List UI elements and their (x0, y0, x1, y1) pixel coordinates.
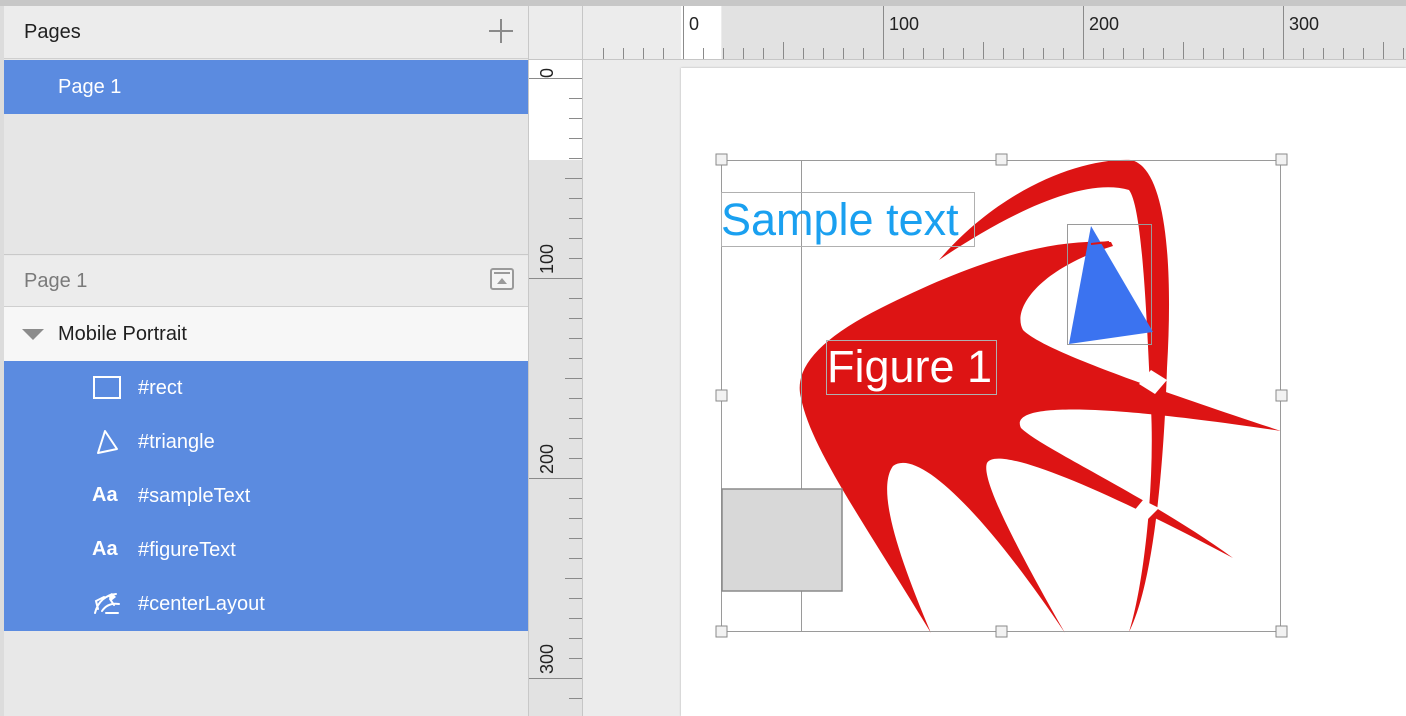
layout-icon (94, 593, 120, 614)
sample-text[interactable]: Sample text (721, 193, 959, 247)
triangle-icon (97, 430, 118, 454)
text-icon: Aa (92, 538, 118, 560)
layer-item-figure-text[interactable]: Aa #figureText (4, 523, 528, 577)
design-canvas[interactable]: Sample text Figure 1 (583, 60, 1406, 716)
vruler-label-300: 300 (537, 643, 557, 674)
vertical-ruler[interactable]: 0 100 200 300 (529, 60, 583, 716)
ruler-label-0: 0 (689, 14, 700, 34)
layer-list: #rect #triangle Aa #sampleText Aa #figur… (4, 361, 528, 631)
layer-list-empty-area (4, 631, 528, 716)
layer-group-mobile-portrait[interactable]: Mobile Portrait (4, 307, 528, 361)
text-icon: Aa (92, 484, 118, 506)
layer-item-triangle[interactable]: #triangle (4, 415, 528, 469)
ruler-label-200: 200 (1089, 14, 1120, 34)
left-panel: Pages Page 1 Page 1 Mobile Portrait #rec… (0, 6, 529, 716)
layers-page-title: Page 1 (24, 270, 88, 292)
layer-item-center-layout[interactable]: #centerLayout (4, 577, 528, 631)
add-page-button[interactable] (488, 18, 514, 44)
vruler-label-200: 200 (537, 443, 557, 474)
figure-text[interactable]: Figure 1 (827, 340, 992, 394)
ruler-label-300: 300 (1289, 14, 1320, 34)
vruler-label-100: 100 (537, 243, 557, 274)
gray-rect (721, 488, 843, 592)
pages-list-empty-area (4, 114, 528, 255)
layer-group-label: Mobile Portrait (58, 323, 187, 345)
vertical-ruler-ticks (529, 60, 582, 716)
artboard-mobile-portrait[interactable]: Sample text Figure 1 (681, 68, 1406, 716)
layer-item-sample-text[interactable]: Aa #sampleText (4, 469, 528, 523)
pages-title: Pages (24, 21, 81, 43)
collapse-panel-icon[interactable] (490, 268, 514, 290)
layer-item-label: #sampleText (138, 485, 251, 507)
vruler-label-0: 0 (537, 67, 557, 78)
layer-item-label: #triangle (138, 431, 215, 453)
page-list-item[interactable]: Page 1 (4, 60, 528, 114)
horizontal-ruler[interactable]: 0 100 200 300 (583, 6, 1406, 60)
layer-item-rect[interactable]: #rect (4, 361, 528, 415)
ruler-corner (529, 6, 583, 60)
disclosure-triangle-icon[interactable] (22, 329, 44, 340)
page-item-label: Page 1 (58, 76, 122, 98)
pages-header: Pages (4, 6, 528, 59)
layer-item-label: #rect (138, 377, 183, 399)
ruler-label-100: 100 (889, 14, 920, 34)
layer-item-label: #centerLayout (138, 593, 265, 615)
layer-item-label: #figureText (138, 539, 236, 561)
artboard-drawing (715, 153, 1288, 638)
layers-header: Page 1 (4, 256, 528, 307)
horizontal-ruler-ticks (583, 6, 1406, 59)
rectangle-icon (93, 376, 121, 399)
